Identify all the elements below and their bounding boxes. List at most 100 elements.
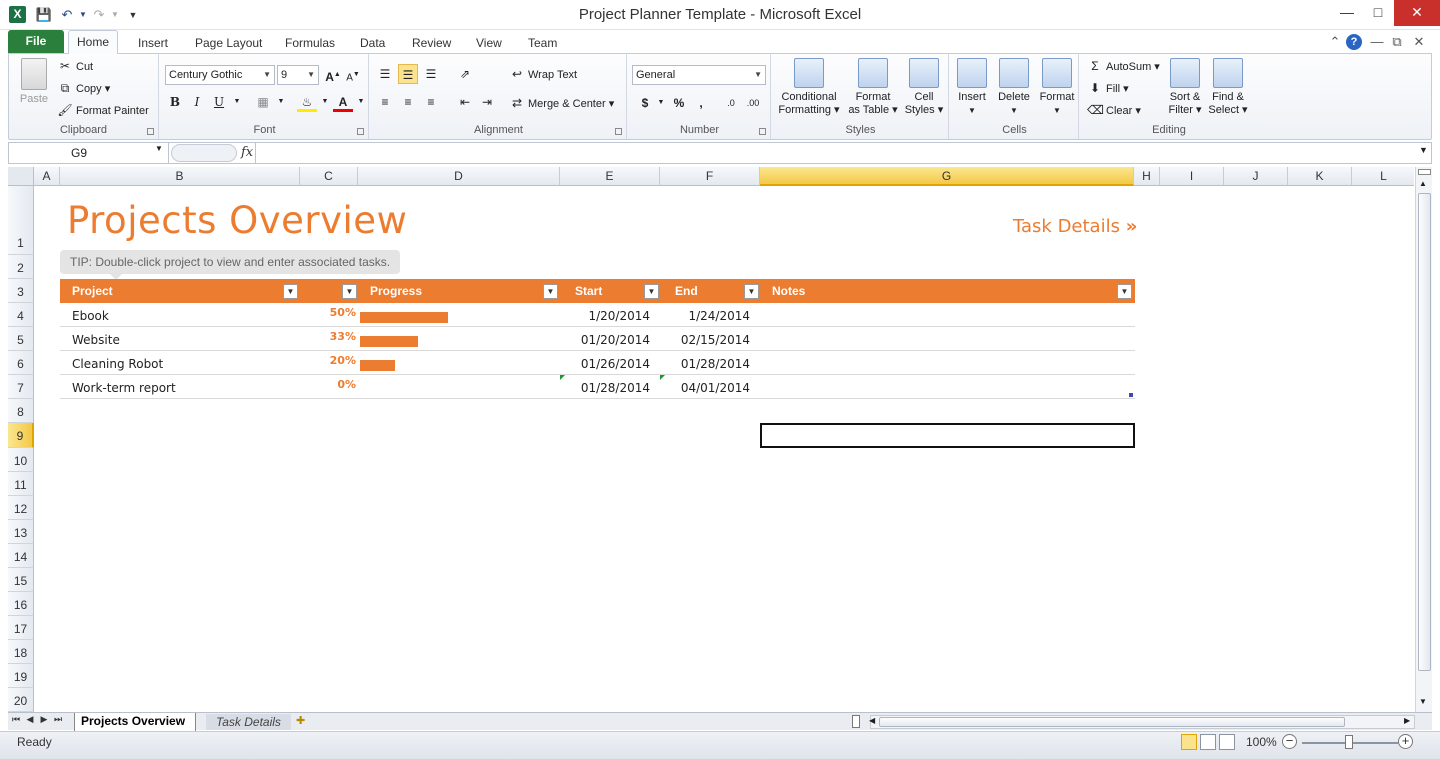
align-bottom-icon[interactable]: ☰ (421, 64, 441, 84)
name-box-dropdown-icon[interactable]: ▼ (155, 144, 163, 153)
tab-page-layout[interactable]: Page Layout (187, 33, 270, 53)
bold-button[interactable]: B (165, 92, 185, 112)
align-top-icon[interactable]: ☰ (375, 64, 395, 84)
row-header[interactable]: 1 (8, 186, 34, 255)
row-header[interactable]: 14 (8, 544, 34, 568)
shrink-font-button[interactable]: A▼ (343, 65, 363, 85)
row-header[interactable]: 19 (8, 664, 34, 688)
column-header-b[interactable]: B (60, 167, 300, 186)
grow-font-button[interactable]: A▲ (323, 65, 343, 85)
row-header[interactable]: 13 (8, 520, 34, 544)
horizontal-scrollbar[interactable]: ◀ ▶ (869, 715, 1415, 729)
underline-button[interactable]: U (209, 92, 229, 112)
row-header[interactable]: 5 (8, 327, 34, 351)
filter-start-button[interactable]: ▼ (644, 284, 659, 299)
first-sheet-icon[interactable]: ⏮ (10, 714, 22, 725)
cut-button[interactable]: ✂ Cut (57, 59, 93, 73)
zoom-in-icon[interactable]: + (1398, 734, 1413, 749)
align-middle-icon[interactable]: ☰ (398, 64, 418, 84)
clear-button[interactable]: ⌫ Clear ▾ (1087, 103, 1141, 117)
row-header[interactable]: 12 (8, 496, 34, 520)
align-center-icon[interactable]: ≡ (398, 92, 418, 112)
autosum-button[interactable]: Σ AutoSum ▾ (1087, 59, 1160, 73)
next-sheet-icon[interactable]: ▶ (38, 714, 50, 725)
row-header[interactable]: 15 (8, 568, 34, 592)
insert-sheet-icon[interactable]: ✚ (296, 714, 305, 727)
vertical-scrollbar[interactable]: ▲ ▼ (1415, 167, 1432, 712)
tab-split-handle[interactable] (852, 715, 860, 728)
number-launcher-icon[interactable] (759, 128, 766, 135)
formula-bar-handle[interactable] (171, 144, 237, 162)
tab-data[interactable]: Data (352, 33, 393, 53)
align-left-icon[interactable]: ≡ (375, 92, 395, 112)
name-box[interactable]: G9 (9, 143, 169, 163)
format-as-table-button[interactable]: Format as Table ▾ (845, 58, 901, 117)
find-select-button[interactable]: Find & Select ▾ (1207, 58, 1249, 117)
workbook-minimize-icon[interactable]: — (1368, 34, 1386, 49)
zoom-out-icon[interactable]: − (1282, 734, 1297, 749)
align-right-icon[interactable]: ≡ (421, 92, 441, 112)
table-row[interactable]: Work-term report 0% 01/28/2014 04/01/201… (60, 375, 1135, 399)
close-button[interactable]: ✕ (1394, 0, 1440, 26)
comma-button[interactable]: , (691, 93, 711, 113)
filter-progress-button[interactable]: ▼ (543, 284, 558, 299)
underline-dropdown-icon[interactable]: ▼ (227, 92, 247, 112)
column-header-c[interactable]: C (300, 167, 358, 186)
merge-center-button[interactable]: ⇄ Merge & Center ▾ (509, 96, 614, 110)
workbook-restore-icon[interactable]: ⧉ (1388, 34, 1406, 50)
row-header[interactable]: 4 (8, 303, 34, 327)
tab-home[interactable]: Home (68, 30, 119, 54)
number-format-select[interactable]: General ▼ (632, 65, 766, 85)
table-row[interactable]: Website 33% 01/20/2014 02/15/2014 (60, 327, 1135, 351)
filter-percent-button[interactable]: ▼ (342, 284, 357, 299)
column-header-k[interactable]: K (1288, 167, 1352, 186)
vertical-scroll-thumb[interactable] (1418, 193, 1431, 671)
row-header[interactable]: 20 (8, 688, 34, 712)
increase-indent-icon[interactable]: ⇥ (477, 92, 497, 112)
sheet-tab-projects-overview[interactable]: Projects Overview (74, 713, 197, 731)
row-header[interactable]: 18 (8, 640, 34, 664)
horizontal-scroll-thumb[interactable] (879, 717, 1345, 727)
fill-color-dropdown-icon[interactable]: ▼ (315, 92, 335, 112)
borders-dropdown-icon[interactable]: ▼ (271, 92, 291, 112)
tab-formulas[interactable]: Formulas (277, 33, 343, 53)
column-header-i[interactable]: I (1160, 167, 1224, 186)
select-all-corner[interactable] (8, 167, 34, 186)
help-icon[interactable]: ? (1346, 34, 1362, 50)
scroll-left-icon[interactable]: ◀ (869, 716, 875, 725)
tab-insert[interactable]: Insert (130, 33, 176, 53)
column-header-f[interactable]: F (660, 167, 760, 186)
alignment-launcher-icon[interactable] (615, 128, 622, 135)
row-header[interactable]: 16 (8, 592, 34, 616)
table-row[interactable]: Ebook 50% 1/20/2014 1/24/2014 (60, 303, 1135, 327)
row-header[interactable]: 9 (8, 423, 34, 448)
row-header[interactable]: 7 (8, 375, 34, 399)
task-details-link[interactable]: Task Details » (1013, 216, 1137, 237)
decrease-decimal-icon[interactable]: .00 (743, 93, 763, 113)
scroll-up-icon[interactable]: ▲ (1419, 179, 1427, 188)
scroll-down-icon[interactable]: ▼ (1419, 697, 1427, 706)
row-header[interactable]: 8 (8, 399, 34, 423)
filter-project-button[interactable]: ▼ (283, 284, 298, 299)
column-header-a[interactable]: A (34, 167, 60, 186)
tab-review[interactable]: Review (404, 33, 459, 53)
font-color-icon[interactable]: A (333, 92, 353, 112)
fill-button[interactable]: ⬇ Fill ▾ (1087, 81, 1129, 95)
filter-notes-button[interactable]: ▼ (1117, 284, 1132, 299)
column-header-l[interactable]: L (1352, 167, 1414, 186)
formula-input[interactable] (255, 143, 1421, 163)
tab-view[interactable]: View (468, 33, 510, 53)
font-launcher-icon[interactable] (357, 128, 364, 135)
page-layout-view-icon[interactable] (1200, 734, 1216, 750)
italic-button[interactable]: I (187, 92, 207, 112)
tab-team[interactable]: Team (520, 33, 565, 53)
filter-end-button[interactable]: ▼ (744, 284, 759, 299)
column-header-g[interactable]: G (760, 167, 1134, 186)
borders-icon[interactable]: ▦ (253, 92, 273, 112)
orientation-icon[interactable]: ⇗ (455, 64, 475, 84)
paste-button[interactable]: Paste (15, 58, 53, 106)
format-painter-button[interactable]: 🖌 Format Painter (57, 103, 148, 117)
delete-cells-button[interactable]: Delete ▼ (995, 58, 1033, 117)
expand-formula-bar-icon[interactable]: ▼ (1419, 145, 1428, 155)
insert-cells-button[interactable]: Insert ▼ (953, 58, 991, 117)
